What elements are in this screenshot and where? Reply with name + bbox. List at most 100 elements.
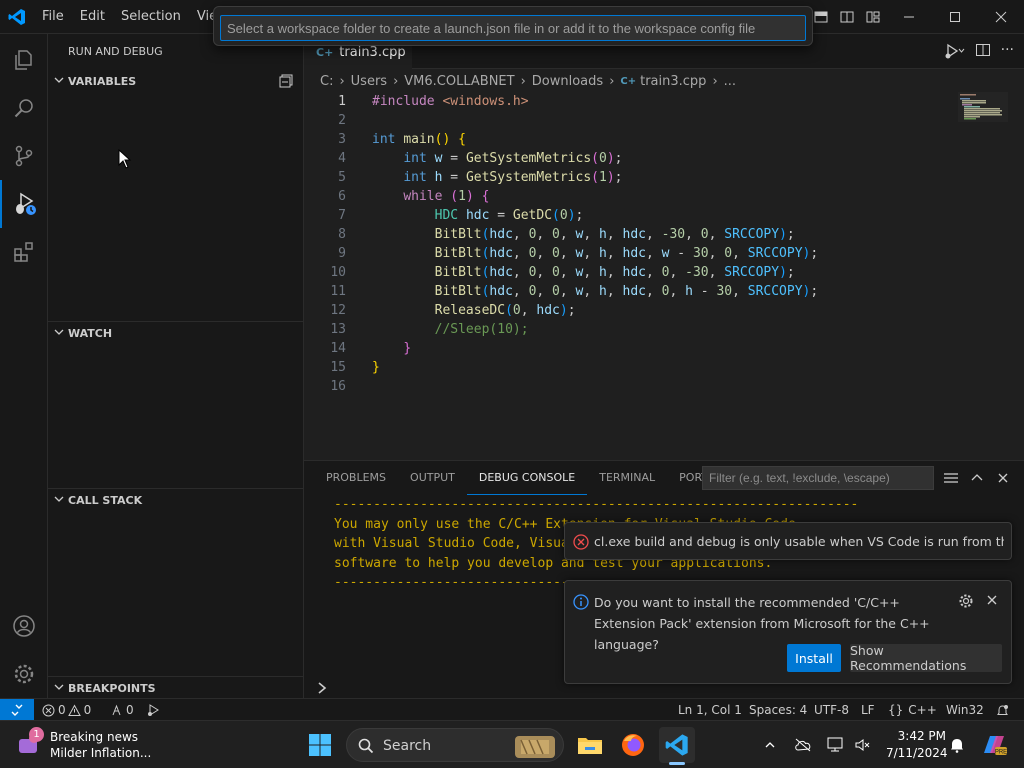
cursor-position-status[interactable]: Ln 1, Col 1 bbox=[678, 699, 742, 721]
breadcrumb-item[interactable]: ... bbox=[724, 74, 736, 89]
show-hidden-icons-chevron-icon[interactable] bbox=[756, 727, 784, 763]
section-breakpoints-label: BREAKPOINTS bbox=[68, 682, 156, 695]
split-editor-icon[interactable] bbox=[975, 42, 991, 58]
show-recommendations-button[interactable]: Show Recommendations bbox=[850, 643, 1002, 673]
breadcrumb-item[interactable]: train3.cpp bbox=[640, 74, 706, 89]
debug-launch-status[interactable] bbox=[146, 699, 162, 721]
warning-count: 0 bbox=[83, 703, 92, 717]
notification-bell-icon[interactable] bbox=[944, 727, 970, 763]
taskbar-search[interactable]: Search bbox=[346, 728, 564, 762]
encoding-status[interactable]: UTF-8 bbox=[814, 699, 849, 721]
menu-edit[interactable]: Edit bbox=[72, 0, 113, 34]
customize-layout-icon[interactable] bbox=[860, 0, 886, 34]
collapse-all-icon[interactable] bbox=[279, 74, 293, 88]
news-subtitle: Milder Inflation... bbox=[50, 746, 152, 760]
section-watch[interactable]: WATCH bbox=[48, 322, 303, 344]
line-number: 11 bbox=[330, 284, 346, 299]
menu-file[interactable]: File bbox=[34, 0, 72, 34]
panel-actions bbox=[938, 467, 1016, 489]
window-controls bbox=[886, 0, 1024, 34]
taskbar-clock[interactable]: 3:42 PM 7/11/2024 bbox=[886, 728, 948, 762]
notification-settings-gear-icon[interactable] bbox=[958, 593, 974, 609]
console-filter-input[interactable] bbox=[702, 466, 934, 490]
extensions-icon[interactable] bbox=[0, 228, 48, 276]
section-variables-label: VARIABLES bbox=[68, 75, 137, 88]
cloud-offline-icon[interactable] bbox=[788, 727, 818, 763]
language-mode-status[interactable]: {} C++ bbox=[888, 699, 937, 721]
search-label: Search bbox=[383, 738, 432, 754]
breadcrumb-separator: › bbox=[393, 73, 399, 89]
file-explorer-icon[interactable] bbox=[572, 727, 608, 763]
code-text: HDC hdc = GetDC(0); bbox=[434, 208, 584, 223]
firefox-icon[interactable] bbox=[615, 727, 651, 763]
line-number: 10 bbox=[330, 265, 346, 280]
breadcrumb-item[interactable]: C: bbox=[320, 74, 333, 89]
line-number: 12 bbox=[330, 303, 346, 318]
svg-text:PRE: PRE bbox=[995, 750, 1007, 756]
code-line: 3 int main() { bbox=[304, 130, 934, 149]
close-notification-icon[interactable] bbox=[986, 594, 998, 606]
copilot-icon[interactable]: PRE bbox=[976, 727, 1012, 763]
minimize-icon[interactable] bbox=[886, 0, 932, 34]
tab-output[interactable]: OUTPUT bbox=[398, 461, 467, 495]
manage-gear-icon[interactable] bbox=[0, 650, 48, 698]
error-status-icon bbox=[42, 704, 55, 716]
volume-muted-icon[interactable] bbox=[850, 727, 876, 763]
quick-pick-input[interactable] bbox=[220, 15, 806, 41]
chevron-down-icon bbox=[54, 329, 64, 335]
breadcrumb-item[interactable]: VM6.COLLABNET bbox=[404, 74, 514, 89]
news-widget[interactable]: 1 Breaking news Milder Inflation... bbox=[14, 727, 174, 763]
line-number: 5 bbox=[338, 170, 346, 185]
section-breakpoints[interactable]: BREAKPOINTS bbox=[48, 677, 303, 699]
minimap[interactable] bbox=[958, 92, 1008, 122]
notifications-bell-icon[interactable] bbox=[996, 699, 1009, 721]
ports-status[interactable]: 0 bbox=[110, 699, 134, 721]
search-icon[interactable] bbox=[0, 84, 48, 132]
explorer-icon[interactable] bbox=[0, 36, 48, 84]
tab-terminal[interactable]: TERMINAL bbox=[587, 461, 667, 495]
section-watch-label: WATCH bbox=[68, 327, 113, 340]
eol-status[interactable]: LF bbox=[861, 699, 875, 721]
section-call-stack[interactable]: CALL STACK bbox=[48, 489, 303, 511]
search-icon bbox=[358, 738, 374, 754]
clear-console-icon[interactable] bbox=[938, 467, 964, 489]
close-panel-icon[interactable] bbox=[990, 467, 1016, 489]
more-editor-actions-icon[interactable]: ··· bbox=[1001, 42, 1014, 60]
line-number: 8 bbox=[338, 227, 346, 242]
install-button[interactable]: Install bbox=[787, 644, 841, 672]
tab-debug-console[interactable]: DEBUG CONSOLE bbox=[466, 461, 588, 495]
toggle-panel-icon[interactable] bbox=[834, 0, 860, 34]
clock-time: 3:42 PM bbox=[897, 729, 946, 743]
start-button-icon[interactable] bbox=[302, 727, 338, 763]
menu-selection[interactable]: Selection bbox=[113, 0, 189, 34]
code-editor[interactable]: 1 #include <windows.h> 2 3 int main() { 4 … bbox=[304, 92, 1024, 460]
maximize-icon[interactable] bbox=[932, 0, 978, 34]
vscode-taskbar-icon[interactable] bbox=[659, 727, 695, 765]
code-text: ReleaseDC(0, hdc); bbox=[434, 303, 576, 318]
error-notification[interactable]: cl.exe build and debug is only usable wh… bbox=[564, 522, 1012, 560]
tab-problems[interactable]: PROBLEMS bbox=[314, 461, 398, 495]
run-debug-icon[interactable] bbox=[0, 180, 48, 228]
breadcrumb-item[interactable]: Users bbox=[351, 74, 387, 89]
section-variables[interactable]: VARIABLES bbox=[48, 70, 303, 92]
code-line: 4 int w = GetSystemMetrics(0); bbox=[304, 149, 934, 168]
remote-indicator-icon[interactable] bbox=[0, 699, 34, 721]
problems-status[interactable]: 0 0 bbox=[42, 699, 91, 721]
source-control-icon[interactable] bbox=[0, 132, 48, 180]
code-line: 15} bbox=[304, 358, 934, 377]
display-icon[interactable] bbox=[822, 727, 850, 763]
maximize-panel-icon[interactable] bbox=[964, 467, 990, 489]
tab-filename: train3.cpp bbox=[339, 44, 406, 60]
account-icon[interactable] bbox=[0, 602, 48, 650]
indentation-status[interactable]: Spaces: 4 bbox=[749, 699, 807, 721]
breadcrumb: C: › Users › VM6.COLLABNET › Downloads ›… bbox=[304, 70, 1024, 92]
breadcrumb-item[interactable]: Downloads bbox=[532, 74, 603, 89]
close-window-icon[interactable] bbox=[978, 0, 1024, 34]
platform-status[interactable]: Win32 bbox=[946, 699, 984, 721]
line-number: 15 bbox=[330, 360, 346, 375]
ports-count: 0 bbox=[126, 703, 134, 717]
editor-actions: ··· bbox=[943, 42, 1014, 60]
code-line: 8 BitBlt(hdc, 0, 0, w, h, hdc, -30, 0, S… bbox=[304, 225, 934, 244]
run-debug-dropdown-icon[interactable] bbox=[943, 42, 965, 60]
line-number: 9 bbox=[338, 246, 346, 261]
